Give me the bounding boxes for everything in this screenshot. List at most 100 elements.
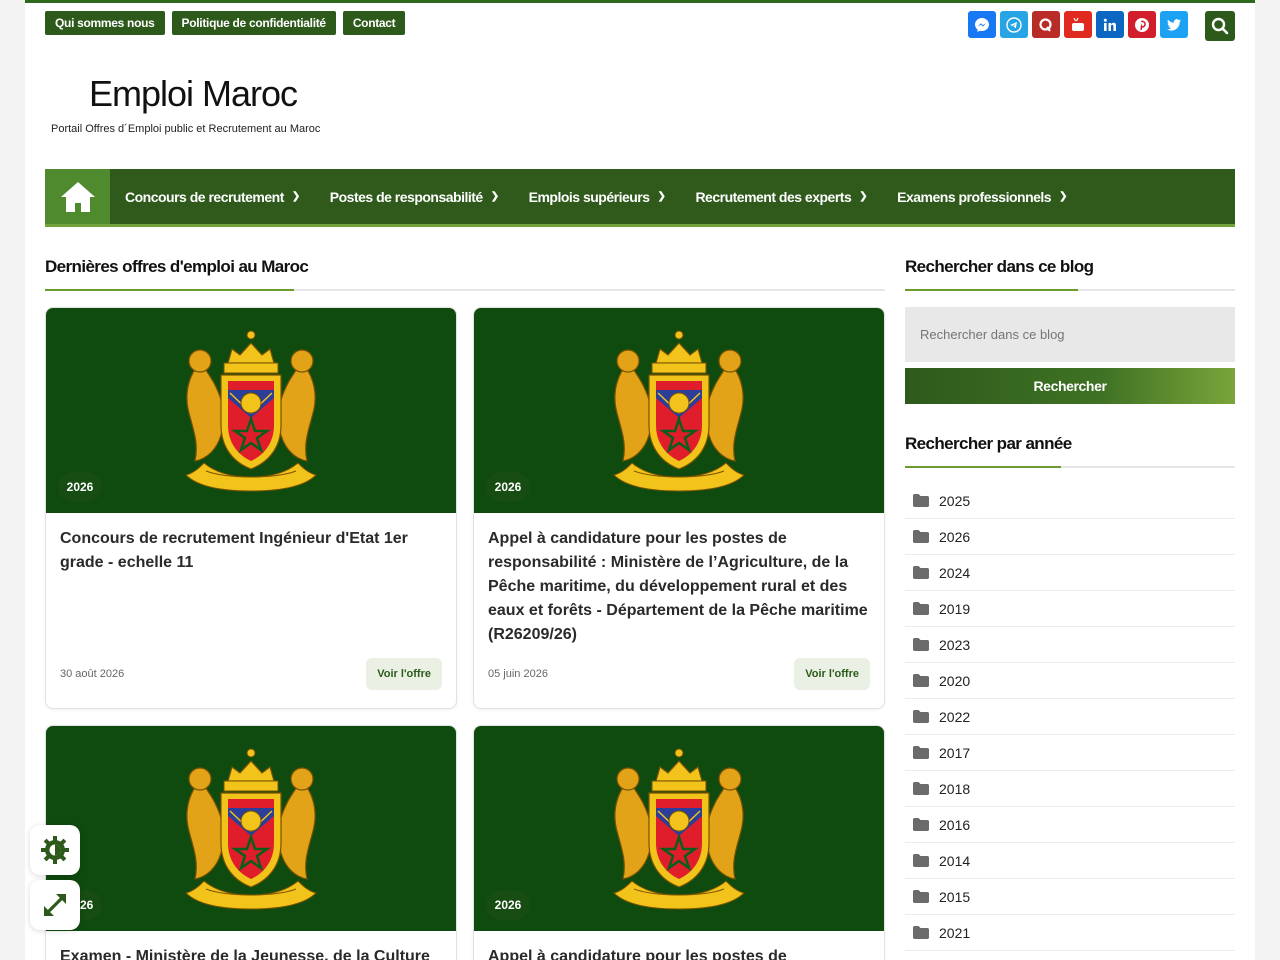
nav-item-experts[interactable]: Recrutement des experts ❯ — [695, 189, 867, 205]
offer-title[interactable]: Concours de recrutement Ingénieur d'Etat… — [46, 513, 456, 575]
sidebar-search-input[interactable] — [905, 307, 1235, 362]
social-links — [968, 11, 1188, 38]
folder-icon — [913, 890, 929, 903]
linkedin-icon[interactable] — [1096, 11, 1124, 38]
offer-card-image[interactable]: 2026 — [46, 308, 456, 513]
page-container: Qui sommes nous Politique de confidentia… — [25, 0, 1255, 960]
nav-home-button[interactable] — [45, 169, 110, 224]
year-list-item[interactable]: 2024 — [905, 555, 1235, 591]
coat-of-arms-image — [613, 748, 745, 910]
top-link-contact[interactable]: Contact — [342, 11, 406, 35]
chevron-down-icon: ❯ — [657, 191, 666, 202]
year-list-item[interactable]: 2017 — [905, 735, 1235, 771]
theme-toggle-button[interactable] — [30, 825, 80, 875]
chevron-down-icon: ❯ — [490, 191, 499, 202]
offer-footer: 05 juin 2026 Voir l'offre — [488, 658, 870, 690]
view-offer-button[interactable]: Voir l'offre — [366, 658, 442, 690]
year-list-item[interactable]: 2015 — [905, 879, 1235, 915]
heading-divider — [905, 289, 1235, 291]
nav-item-label: Postes de responsabilité — [329, 188, 483, 205]
coat-of-arms-emblem — [613, 330, 745, 492]
main-nav: Concours de recrutement ❯ Postes de respo… — [45, 169, 1235, 227]
year-badge[interactable]: 2026 — [58, 472, 102, 502]
year-label: 2025 — [939, 492, 971, 509]
top-bar: Qui sommes nous Politique de confidentia… — [45, 11, 1235, 41]
year-list-item[interactable]: 2026 — [905, 519, 1235, 555]
fullscreen-button[interactable] — [30, 880, 80, 930]
year-list-item[interactable]: 2025 — [905, 483, 1235, 519]
offer-card[interactable]: 2026 Appel à candidature pour les postes… — [473, 725, 885, 960]
top-link-about[interactable]: Qui sommes nous — [45, 11, 165, 35]
folder-icon — [913, 926, 929, 939]
year-label: 2022 — [939, 708, 971, 725]
folder-icon — [913, 530, 929, 543]
nav-item-concours[interactable]: Concours de recrutement ❯ — [125, 189, 300, 205]
offer-card-image[interactable]: 2026 — [474, 726, 884, 931]
years-heading: Rechercher par année — [905, 434, 1072, 453]
heading-divider — [905, 466, 1235, 468]
folder-icon — [913, 566, 929, 579]
twitter-icon[interactable] — [1160, 11, 1188, 38]
youtube-icon[interactable] — [1064, 11, 1092, 38]
pinterest-icon[interactable] — [1128, 11, 1156, 38]
home-icon — [60, 181, 95, 212]
offer-title[interactable]: Examen - Ministère de la Jeunesse, de la… — [46, 931, 456, 960]
nav-item-examens[interactable]: Examens professionnels ❯ — [897, 189, 1067, 205]
site-title[interactable]: Emploi Maroc — [89, 73, 298, 115]
offer-card[interactable]: 2026 Examen - Ministère de la Jeunesse, … — [45, 725, 457, 960]
offer-footer: 30 août 2026 Voir l'offre — [60, 658, 442, 690]
offer-card-image[interactable]: 2026 — [46, 726, 456, 931]
year-label: 2024 — [939, 564, 971, 581]
year-badge[interactable]: 2026 — [486, 890, 530, 920]
folder-icon — [913, 602, 929, 615]
quora-icon[interactable] — [1032, 11, 1060, 38]
nav-item-responsabilite[interactable]: Postes de responsabilité ❯ — [330, 189, 499, 205]
top-link-privacy[interactable]: Politique de confidentialité — [171, 11, 336, 35]
header-search-button[interactable] — [1205, 11, 1235, 41]
chevron-down-icon: ❯ — [1059, 191, 1067, 202]
folder-icon — [913, 638, 929, 651]
offer-title[interactable]: Appel à candidature pour les postes de — [474, 931, 884, 960]
year-list-item[interactable]: 2019 — [905, 591, 1235, 627]
year-list-item[interactable]: 2018 — [905, 771, 1235, 807]
nav-item-label: Examens professionnels — [897, 188, 1052, 205]
offer-date: 05 juin 2026 — [488, 668, 548, 680]
year-list-item[interactable]: 2014 — [905, 843, 1235, 879]
year-list-item[interactable]: 2020 — [905, 663, 1235, 699]
year-label: 2018 — [939, 780, 971, 797]
coat-of-arms-emblem — [613, 748, 745, 910]
latest-offers-heading: Dernières offres d'emploi au Maroc — [45, 257, 309, 276]
view-offer-button[interactable]: Voir l'offre — [794, 658, 870, 690]
year-list-item[interactable]: 2023 — [905, 627, 1235, 663]
chevron-down-icon: ❯ — [291, 191, 300, 202]
gear-icon — [41, 836, 69, 864]
year-label: 2016 — [939, 816, 971, 833]
sidebar-search-button[interactable]: Rechercher — [905, 368, 1235, 404]
year-label: 2019 — [939, 600, 971, 617]
chevron-down-icon: ❯ — [859, 191, 868, 202]
nav-item-label: Concours de recrutement — [125, 188, 284, 205]
offer-date: 30 août 2026 — [60, 668, 125, 680]
coat-of-arms-image — [185, 748, 317, 910]
offer-card-image[interactable]: 2026 — [474, 308, 884, 513]
sidebar-search-heading: Rechercher dans ce blog — [905, 257, 1094, 276]
year-list-item[interactable]: 2016 — [905, 807, 1235, 843]
top-links: Qui sommes nous Politique de confidentia… — [45, 11, 406, 35]
messenger-icon[interactable] — [968, 11, 996, 38]
year-label: 2026 — [939, 528, 971, 545]
year-badge[interactable]: 2026 — [486, 472, 530, 502]
telegram-icon[interactable] — [1000, 11, 1028, 38]
year-label: 2015 — [939, 888, 971, 905]
coat-of-arms-emblem — [185, 748, 317, 910]
coat-of-arms-image — [613, 330, 745, 492]
nav-item-label: Recrutement des experts — [695, 188, 852, 205]
year-list-item[interactable]: 2021 — [905, 915, 1235, 951]
site-subtitle: Portail Offres d´Emploi public et Recrut… — [51, 123, 321, 135]
offer-card[interactable]: 2026 Concours de recrutement Ingénieur d… — [45, 307, 457, 709]
year-list-item[interactable]: 2022 — [905, 699, 1235, 735]
offer-title[interactable]: Appel à candidature pour les postes de r… — [474, 513, 884, 647]
folder-icon — [913, 494, 929, 507]
offer-card[interactable]: 2026 Appel à candidature pour les postes… — [473, 307, 885, 709]
nav-item-emplois-superieurs[interactable]: Emplois supérieurs ❯ — [529, 189, 666, 205]
year-list: 2025 2026 2024 2019 2023 2020 2022 2017 2018 2016… — [905, 483, 1235, 951]
